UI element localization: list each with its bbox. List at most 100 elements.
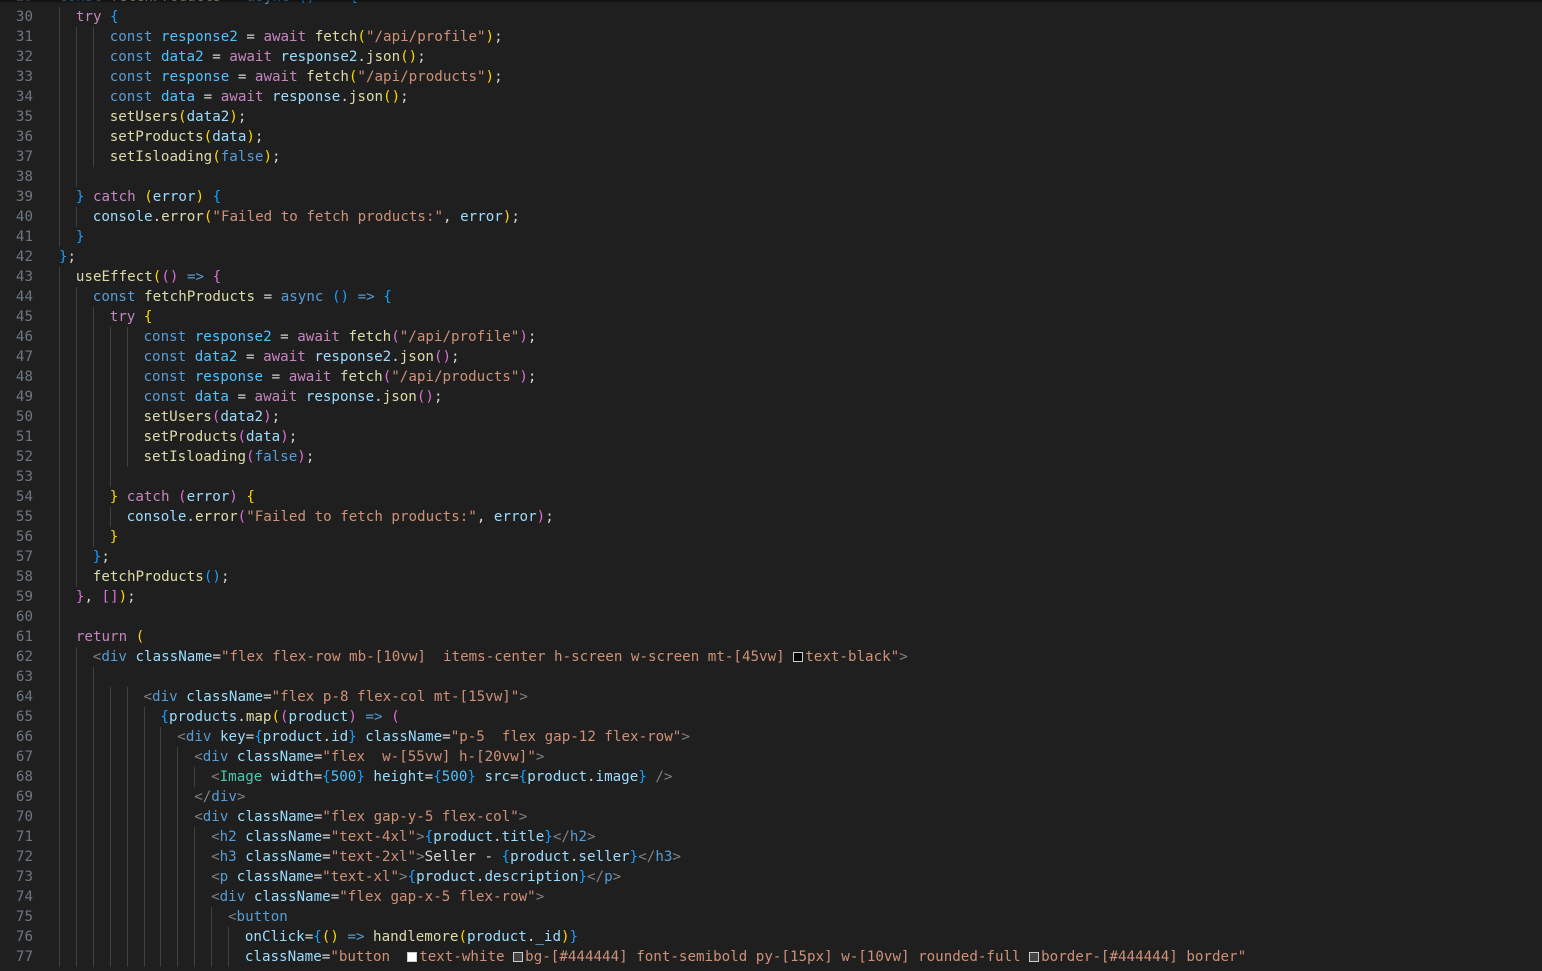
code-line[interactable]: 54} catch (error) { [0,487,1542,507]
code-token: div [101,649,136,665]
code-line[interactable]: 33 const response = await fetch("/api/pro… [0,67,1542,87]
indent-guide [59,387,60,407]
indent-guide [92,847,94,867]
code-line[interactable]: 69 </div> [0,787,1542,807]
indent-guide [177,747,179,767]
code-line[interactable]: 66 <div key={product.id} className="p-5 f… [0,727,1542,747]
code-token: ) [348,709,357,725]
code-line[interactable]: 42}; [0,247,1542,267]
code-line[interactable]: 60 [0,607,1542,627]
code-line[interactable]: 53 [0,467,1542,487]
code-token: ; [400,89,409,105]
indent-guide [143,767,145,787]
code-line[interactable]: 40 console.error("Failed to fetch product… [0,207,1542,227]
code-line[interactable]: 37 setIsloading(false); [0,147,1542,167]
code-line[interactable]: 41} [0,227,1542,247]
code-line[interactable]: 65 {products.map((product) => ( [0,707,1542,727]
code-token: = [195,89,221,105]
indent-guide [59,947,60,967]
code-line[interactable]: 51 setProducts(data); [0,427,1542,447]
code-line[interactable]: 43 useEffect(() => { [0,267,1542,287]
code-token: text-black" [805,649,900,665]
code-line[interactable]: 70 <div className="flex gap-y-5 flex-col"… [0,807,1542,827]
code-line[interactable]: 72 <h3 className="text-2xl">Seller - {pro… [0,847,1542,867]
code-token: ; [511,209,520,225]
indent-guide [92,927,94,947]
code-token: fetchProducts [144,289,256,305]
code-line[interactable]: 35 setUsers(data2); [0,107,1542,127]
code-line[interactable]: 52 setIsloading(false); [0,447,1542,467]
line-number: 71 [15,829,33,845]
code-line[interactable]: 75 <button [0,907,1542,927]
code-token: ) [118,589,128,605]
code-line[interactable]: 31 const response2 = await fetch("/api/pr… [0,27,1542,47]
code-token: > [416,829,425,845]
code-line[interactable]: 38 [0,167,1542,187]
code-token: className [236,749,314,765]
code-line[interactable]: 47 const data2 = await response2.json(); [0,347,1542,367]
line-number: 65 [15,709,33,725]
code-line[interactable]: 36 setProducts(data); [0,127,1542,147]
code-token: "Failed to fetch products:" [212,209,444,225]
code-token: } [629,849,639,865]
indent-guide [143,947,145,967]
code-line[interactable]: 68 <Image width={500} height={500} src={p… [0,767,1542,787]
code-line[interactable]: 48 const response = await fetch("/api/pro… [0,367,1542,387]
indent-guide [59,687,60,707]
code-line[interactable]: 77 className="button text-white bg-[#4444… [0,947,1542,967]
code-token: () [321,929,339,945]
code-line[interactable]: 39} catch (error) { [0,187,1542,207]
indent-guide [59,7,60,27]
code-line[interactable]: 57}; [0,547,1542,567]
code-token: data2 [160,49,204,65]
code-line[interactable]: 64 <div className="flex p-8 flex-col mt-[… [0,687,1542,707]
code-token: handlemore [373,929,459,945]
color-swatch[interactable] [793,652,804,662]
code-line[interactable]: 67 <div className="flex w-[55vw] h-[20vw]… [0,747,1542,767]
indent-guide [143,727,145,747]
code-line[interactable]: 62 <div className="flex flex-row mb-[10vw… [0,647,1542,667]
indent-guide [126,407,128,427]
code-line[interactable]: 73 <p className="text-xl">{product.descri… [0,867,1542,887]
code-text: <div key={product.id} className="p-5 fle… [177,727,690,747]
code-editor[interactable]: 29const fetchProducts = async () => {30t… [0,0,1542,971]
code-token: error [186,489,230,505]
code-line[interactable]: 34 const data = await response.json(); [0,87,1542,107]
indent-guide [75,807,77,827]
color-swatch[interactable] [513,952,524,962]
code-line[interactable]: 74 <div className="flex gap-x-5 flex-row"… [0,887,1542,907]
code-text: setIsloading(false); [144,447,315,467]
indent-guide [75,467,77,487]
code-line[interactable]: 58 fetchProducts(); [0,567,1542,587]
code-token: ; [527,369,537,385]
code-token: description [484,869,579,885]
indent-guide [194,927,196,947]
code-token: Image [219,769,271,785]
code-line[interactable]: 61 return ( [0,627,1542,647]
code-text: } catch (error) { [110,487,255,507]
code-line[interactable]: 71 <h2 className="text-4xl">{product.titl… [0,827,1542,847]
code-line[interactable]: 56} [0,527,1542,547]
code-line[interactable]: 76 onClick={() => handlemore(product._id)… [0,927,1542,947]
code-line[interactable]: 59}, []); [0,587,1542,607]
code-line[interactable]: 50 setUsers(data2); [0,407,1542,427]
code-line[interactable]: 49 const data = await response.json(); [0,387,1542,407]
code-token: < [211,769,220,785]
indent-guide [92,467,94,487]
code-token: "flex gap-y-5 flex-col" [322,809,519,825]
code-line[interactable]: 30 try { [0,7,1542,27]
color-swatch[interactable] [407,952,418,962]
code-line[interactable]: 55 console.error("Failed to fetch product… [0,507,1542,527]
line-number: 37 [15,149,33,165]
code-line[interactable]: 45 try { [0,307,1542,327]
code-line[interactable]: 32 const data2 = await response2.json(); [0,47,1542,67]
code-line[interactable]: 63 [0,667,1542,687]
code-line[interactable]: 46 const response2 = await fetch("/api/pr… [0,327,1542,347]
code-token: json [348,89,384,105]
indent-guide [92,787,94,807]
color-swatch[interactable] [1029,952,1040,962]
code-line[interactable]: 44 const fetchProducts = async () => { [0,287,1542,307]
line-number: 43 [15,269,33,285]
indent-guide [59,327,60,347]
code-token: { [160,709,169,725]
